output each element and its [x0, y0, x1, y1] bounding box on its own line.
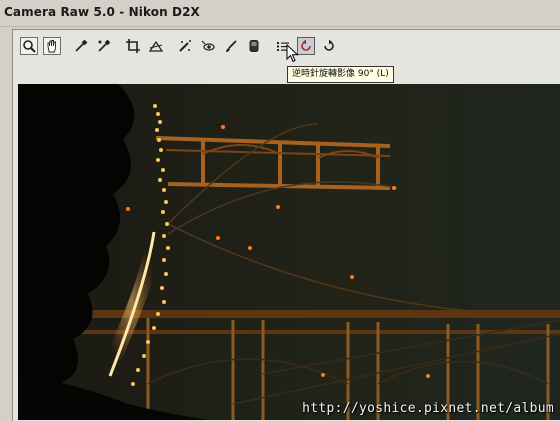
red-eye-tool-button[interactable] [199, 37, 217, 55]
rotate-ccw-icon [301, 39, 311, 51]
zoom-tool-button[interactable] [20, 37, 38, 55]
eyedropper-icon [75, 39, 88, 52]
mouse-pointer-icon [286, 44, 299, 63]
straighten-icon [149, 40, 163, 52]
graduated-filter-icon [249, 40, 259, 52]
hand-icon [47, 40, 56, 53]
bridge-night-photo [18, 84, 560, 420]
brush-icon [226, 40, 237, 52]
adjustment-brush-tool-button[interactable] [222, 37, 240, 55]
crop-tool-button[interactable] [124, 37, 142, 55]
magnifier-icon [23, 40, 36, 53]
photo-watermark: http://yoshice.pixnet.net/album [302, 401, 554, 416]
rotate-cw-tool-button[interactable] [320, 37, 338, 55]
spot-removal-tool-button[interactable] [176, 37, 194, 55]
red-eye-icon [201, 40, 215, 51]
color-sampler-tool-button[interactable] [95, 37, 113, 55]
title-bar: Camera Raw 5.0 - Nikon D2X [0, 0, 560, 27]
white-balance-tool-button[interactable] [72, 37, 90, 55]
graduated-filter-tool-button[interactable] [245, 37, 263, 55]
image-preview[interactable]: http://yoshice.pixnet.net/album [18, 84, 560, 420]
color-sampler-icon [98, 39, 111, 52]
rotate-tooltip: 逆時針旋轉影像 90° (L) [287, 66, 394, 83]
window-title: Camera Raw 5.0 - Nikon D2X [4, 5, 200, 19]
hand-tool-button[interactable] [43, 37, 61, 55]
crop-icon [126, 39, 140, 53]
spot-removal-icon [179, 40, 191, 52]
straighten-tool-button[interactable] [147, 37, 165, 55]
rotate-cw-icon [324, 39, 334, 51]
